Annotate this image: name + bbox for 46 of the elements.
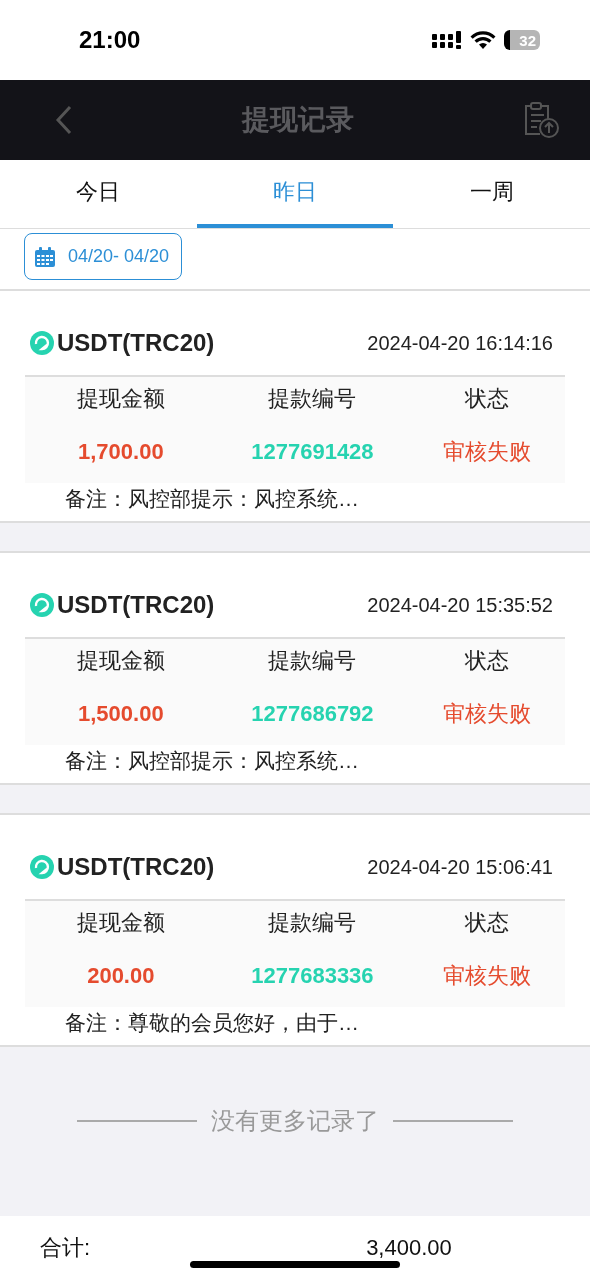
wifi-icon	[470, 30, 496, 50]
currency-label: USDT(TRC20)	[57, 853, 215, 881]
column-label: 状态	[464, 385, 509, 413]
status-value: 审核失败	[442, 962, 531, 990]
coin-icon	[30, 331, 54, 355]
page-title: 提现记录	[241, 103, 354, 137]
record-time: 2024-04-20 15:06:41	[367, 855, 553, 879]
status-value: 审核失败	[442, 700, 531, 728]
remark-text: 备注：风控部提示：风控系统…	[64, 748, 360, 774]
column-label: 状态	[464, 647, 509, 675]
battery-icon: 32	[504, 30, 540, 50]
calendar-icon	[34, 245, 56, 268]
back-button[interactable]	[55, 105, 73, 135]
column-label: 提现金额	[76, 909, 165, 937]
total-label: 合计:	[40, 1234, 91, 1262]
tab[interactable]: 今日	[0, 160, 197, 228]
tab[interactable]: 一周	[393, 160, 590, 228]
record-time: 2024-04-20 15:35:52	[367, 593, 553, 617]
total-value: 3,400.00	[366, 1235, 452, 1261]
column-label: 提款编号	[268, 909, 357, 937]
status-value: 审核失败	[442, 438, 531, 466]
end-of-list-text: 没有更多记录了	[211, 1106, 379, 1136]
record-time: 2024-04-20 16:14:16	[367, 331, 553, 355]
amount-value: 1,700.00	[78, 439, 164, 465]
column-label: 提款编号	[268, 647, 357, 675]
date-range-button[interactable]: 04/20- 04/20	[24, 233, 183, 280]
column-label: 提现金额	[76, 385, 165, 413]
clipboard-button[interactable]	[522, 102, 560, 138]
status-time: 21:00	[79, 26, 141, 54]
signal-icon	[432, 31, 462, 49]
remark-text: 备注：尊敬的会员您好，由于…	[64, 1010, 360, 1036]
coin-icon	[30, 855, 54, 879]
clipboard-upload-icon	[522, 102, 560, 138]
currency-label: USDT(TRC20)	[57, 591, 215, 619]
column-label: 状态	[464, 909, 509, 937]
order-number: 1277683336	[251, 963, 374, 989]
column-label: 提款编号	[268, 385, 357, 413]
amount-value: 200.00	[87, 963, 155, 989]
order-number: 1277691428	[251, 439, 374, 465]
currency-label: USDT(TRC20)	[57, 329, 215, 357]
remark-text: 备注：风控部提示：风控系统…	[64, 486, 360, 512]
order-number: 1277686792	[251, 701, 374, 727]
back-icon	[55, 105, 73, 135]
column-label: 提现金额	[76, 647, 165, 675]
coin-icon	[30, 593, 54, 617]
amount-value: 1,500.00	[78, 701, 164, 727]
